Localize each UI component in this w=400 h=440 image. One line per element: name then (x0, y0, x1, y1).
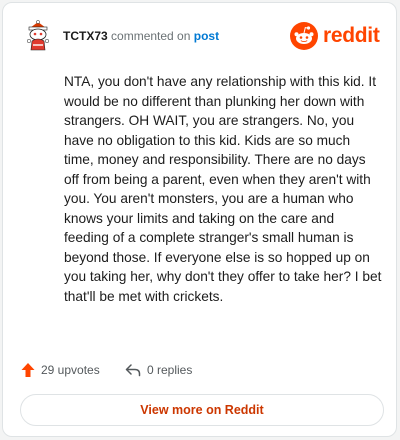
post-link[interactable]: post (194, 29, 219, 43)
action-text: commented on (107, 29, 194, 43)
upvote-button[interactable]: 29 upvotes (21, 359, 100, 381)
upvote-arrow-icon (21, 363, 35, 377)
comment-header: TCTX73 commented on post reddit (21, 19, 380, 53)
reddit-logo-icon (290, 22, 318, 50)
username-link[interactable]: TCTX73 (63, 29, 108, 43)
reddit-wordmark: reddit (323, 24, 380, 47)
comment-meta: TCTX73 commented on post (63, 28, 219, 44)
upvote-count: 29 upvotes (41, 363, 100, 377)
reply-button[interactable]: 0 replies (125, 359, 192, 381)
comment-card: TCTX73 commented on post reddit NTA, you (2, 2, 397, 437)
reddit-brand[interactable]: reddit (290, 22, 380, 50)
comment-body: NTA, you don't have any relationship wit… (64, 74, 382, 304)
comment-actions: 29 upvotes 0 replies (21, 359, 381, 381)
view-more-label: View more on Reddit (140, 403, 264, 417)
snoo-avatar-icon[interactable] (21, 19, 55, 53)
reply-arrow-icon (125, 364, 141, 377)
view-more-button[interactable]: View more on Reddit (20, 394, 384, 426)
reply-count: 0 replies (147, 363, 193, 377)
